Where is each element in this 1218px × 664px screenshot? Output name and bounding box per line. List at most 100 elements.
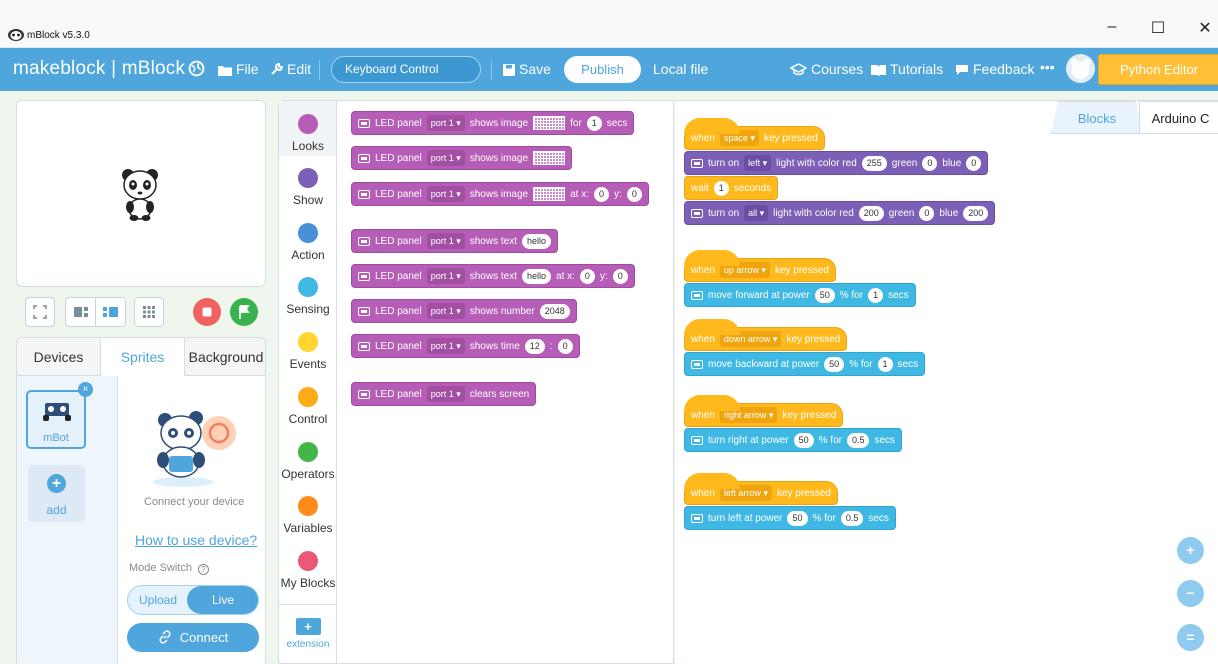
text-input[interactable]: hello <box>522 233 552 249</box>
category-control[interactable]: Control <box>279 387 337 426</box>
blue-value-input[interactable]: 0 <box>966 155 982 171</box>
tab-background[interactable]: Background <box>185 338 265 376</box>
led-position-dropdown[interactable]: all ▾ <box>744 205 769 221</box>
publish-button[interactable]: Publish <box>564 56 641 83</box>
category-my-blocks[interactable]: My Blocks <box>279 551 337 590</box>
script-when-space-pressed[interactable]: when space ▾ key pressed <box>684 118 825 150</box>
palette-block-show-image-for-secs[interactable]: LED panel port 1 ▾ shows image for 1 secs <box>351 111 635 135</box>
minimize-button[interactable]: – <box>1097 18 1127 36</box>
zoom-reset-button[interactable]: = <box>1177 624 1204 651</box>
palette-block-show-time[interactable]: LED panel port 1 ▾ shows time 12:0 <box>351 334 580 358</box>
mode-switch-toggle[interactable]: Upload Live <box>127 585 259 615</box>
palette-block-clear-screen[interactable]: LED panel port 1 ▾ clears screen <box>351 382 537 406</box>
save-button[interactable]: Save <box>503 61 551 77</box>
block-turn-left[interactable]: turn left at power 50% for 0.5 secs <box>684 506 896 530</box>
maximize-button[interactable]: ☐ <box>1143 18 1173 38</box>
palette-block-show-text[interactable]: LED panel port 1 ▾ shows text hello <box>351 229 559 253</box>
tab-arduino-c[interactable]: Arduino C <box>1139 101 1218 134</box>
key-dropdown[interactable]: right arrow ▾ <box>719 407 778 423</box>
value-input[interactable]: 0 <box>626 186 642 202</box>
key-dropdown[interactable]: left arrow ▾ <box>719 485 772 501</box>
live-mode-option[interactable]: Live <box>187 586 258 614</box>
upload-mode-option[interactable]: Upload <box>128 586 188 614</box>
block-move-forward[interactable]: move forward at power 50% for 1 secs <box>684 283 916 307</box>
category-operators[interactable]: Operators <box>279 442 337 481</box>
more-menu[interactable]: ••• <box>1040 59 1055 75</box>
green-value-input[interactable]: 0 <box>922 155 938 171</box>
duration-input[interactable]: 0.5 <box>840 510 864 526</box>
red-value-input[interactable]: 200 <box>858 205 884 221</box>
panda-sprite[interactable] <box>120 167 160 221</box>
category-sensing[interactable]: Sensing <box>279 277 337 316</box>
category-looks[interactable]: Looks <box>279 101 337 156</box>
block-turn-right[interactable]: turn right at power 50% for 0.5 secs <box>684 428 903 452</box>
help-icon[interactable]: ? <box>198 564 210 575</box>
script-when-right-arrow-pressed[interactable]: when right arrow ▾ key pressed <box>684 395 844 427</box>
led-position-dropdown[interactable]: left ▾ <box>744 155 772 171</box>
tutorials-menu[interactable]: Tutorials <box>871 61 943 77</box>
port-dropdown[interactable]: port 1 ▾ <box>426 115 465 131</box>
value-input[interactable]: 12 <box>524 338 545 354</box>
block-turn-on-all-lights[interactable]: turn on all ▾ light with color red 200 green… <box>684 201 996 225</box>
category-action[interactable]: Action <box>279 223 337 262</box>
category-show[interactable]: Show <box>279 168 337 207</box>
small-stage-button[interactable] <box>65 297 96 327</box>
power-input[interactable]: 50 <box>824 356 845 372</box>
value-input[interactable]: 0 <box>612 268 628 284</box>
feedback-menu[interactable]: Feedback <box>955 61 1034 77</box>
duration-input[interactable]: 0.5 <box>846 432 870 448</box>
value-input[interactable]: 2048 <box>539 303 570 319</box>
how-to-use-device-link[interactable]: How to use device? <box>135 532 265 548</box>
port-dropdown[interactable]: port 1 ▾ <box>426 386 465 402</box>
image-picker[interactable] <box>533 187 566 201</box>
power-input[interactable]: 50 <box>793 432 814 448</box>
port-dropdown[interactable]: port 1 ▾ <box>426 268 465 284</box>
palette-block-show-text-at-xy[interactable]: LED panel port 1 ▾ shows text hello at x: 0 y:… <box>351 264 635 288</box>
key-dropdown[interactable]: up arrow ▾ <box>719 262 770 278</box>
file-menu[interactable]: File <box>218 61 259 77</box>
script-when-left-arrow-pressed[interactable]: when left arrow ▾ key pressed <box>684 473 838 505</box>
script-when-down-arrow-pressed[interactable]: when down arrow ▾ key pressed <box>684 319 848 351</box>
duration-input[interactable]: 1 <box>868 287 884 303</box>
tab-sprites[interactable]: Sprites <box>101 338 185 376</box>
value-input[interactable]: 0 <box>579 268 595 284</box>
value-input[interactable]: 0 <box>594 186 610 202</box>
image-picker[interactable] <box>533 116 566 130</box>
python-editor-button[interactable]: Python Editor <box>1098 54 1218 85</box>
go-button[interactable] <box>230 298 258 326</box>
value-input[interactable]: 0 <box>557 338 573 354</box>
user-avatar[interactable] <box>1066 54 1095 83</box>
block-turn-on-left-light[interactable]: turn on left ▾ light with color red 255 gree… <box>684 151 989 175</box>
globe-icon[interactable] <box>188 60 209 78</box>
duration-input[interactable]: 1 <box>877 356 893 372</box>
seconds-input[interactable]: 1 <box>713 180 729 196</box>
port-dropdown[interactable]: port 1 ▾ <box>426 233 465 249</box>
edit-menu[interactable]: Edit <box>270 61 311 77</box>
tab-blocks[interactable]: Blocks <box>1051 101 1143 134</box>
text-input[interactable]: hello <box>522 268 552 284</box>
stop-button[interactable] <box>193 298 221 326</box>
zoom-in-button[interactable]: + <box>1177 537 1204 564</box>
port-dropdown[interactable]: port 1 ▾ <box>426 303 465 319</box>
image-picker[interactable] <box>533 151 566 165</box>
fullscreen-button[interactable] <box>25 297 55 327</box>
grid-view-button[interactable] <box>134 297 164 327</box>
palette-block-show-image-at-xy[interactable]: LED panel port 1 ▾ shows image at x: 0 y: 0 <box>351 182 649 206</box>
add-sprite-button[interactable]: + add <box>28 465 85 522</box>
connect-button[interactable]: Connect <box>127 623 259 652</box>
project-name-input[interactable]: Keyboard Control <box>331 56 481 83</box>
port-dropdown[interactable]: port 1 ▾ <box>426 150 465 166</box>
tab-devices[interactable]: Devices <box>17 338 101 376</box>
port-dropdown[interactable]: port 1 ▾ <box>426 186 465 202</box>
remove-sprite-icon[interactable]: × <box>78 382 93 397</box>
courses-menu[interactable]: Courses <box>789 61 863 77</box>
palette-block-show-number[interactable]: LED panel port 1 ▾ shows number 2048 <box>351 299 577 323</box>
category-events[interactable]: Events <box>279 332 337 371</box>
sprite-mbot[interactable]: mBot <box>26 390 86 449</box>
power-input[interactable]: 50 <box>814 287 835 303</box>
close-window-button[interactable]: ✕ <box>1190 18 1218 38</box>
stage-canvas[interactable] <box>16 100 266 287</box>
block-wait-seconds[interactable]: wait 1 seconds <box>684 176 779 200</box>
large-stage-button[interactable] <box>95 297 126 327</box>
key-dropdown[interactable]: down arrow ▾ <box>719 331 782 347</box>
